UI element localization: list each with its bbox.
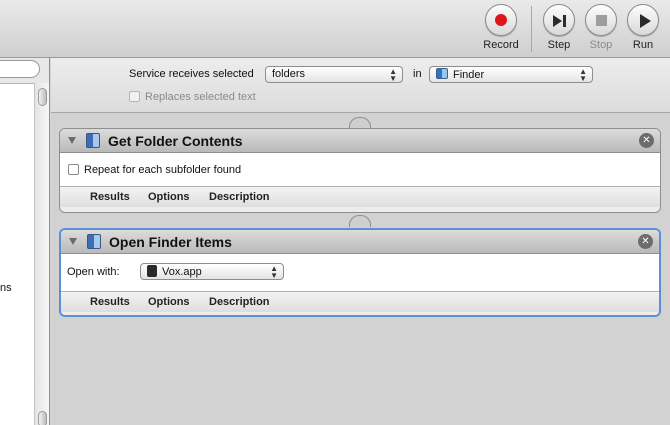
popup-arrows-icon: ▲ ▼ — [389, 67, 397, 83]
disclosure-triangle-icon[interactable] — [69, 238, 77, 245]
action-title: Get Folder Contents — [108, 133, 243, 149]
finder-icon — [436, 68, 448, 79]
record-icon — [485, 4, 517, 36]
scrollbar-thumb-bottom[interactable] — [38, 411, 47, 425]
toolbar: Record Step Stop Run — [0, 0, 670, 58]
repeat-subfolders-option[interactable]: Repeat for each subfolder found — [68, 164, 241, 176]
action-title: Open Finder Items — [109, 234, 232, 250]
replaces-checkbox — [129, 91, 140, 102]
description-tab[interactable]: Description — [209, 191, 270, 203]
disclosure-triangle-icon[interactable] — [68, 137, 76, 144]
run-icon — [627, 4, 659, 36]
action-body: Open with: Vox.app ▲ ▼ — [61, 254, 659, 292]
open-with-value: Vox.app — [162, 266, 202, 278]
repeat-label: Repeat for each subfolder found — [84, 164, 242, 176]
automator-icon — [86, 133, 100, 148]
scrollbar-thumb[interactable] — [38, 88, 47, 106]
record-button[interactable]: Record — [475, 4, 527, 51]
action-get-folder-contents[interactable]: Get Folder Contents ✕ Repeat for each su… — [59, 128, 661, 213]
workflow-connector — [349, 215, 371, 227]
open-with-label: Open with: — [67, 266, 120, 278]
run-label: Run — [632, 39, 654, 51]
description-tab[interactable]: Description — [209, 296, 270, 308]
action-footer: Results Options Description — [61, 292, 659, 312]
library-search-field[interactable] — [0, 60, 40, 78]
service-settings-bar: Service receives selected folders ▲ ▼ in … — [51, 58, 670, 113]
action-open-finder-items[interactable]: Open Finder Items ✕ Open with: Vox.app ▲… — [59, 228, 661, 317]
action-header: Open Finder Items ✕ — [61, 230, 659, 254]
input-type-value: folders — [272, 68, 306, 80]
library-scrollbar[interactable] — [34, 83, 49, 425]
replaces-selected-text-option: Replaces selected text — [129, 91, 256, 103]
close-icon[interactable]: ✕ — [638, 234, 653, 249]
library-pane: ns — [0, 58, 50, 425]
record-label: Record — [483, 39, 519, 51]
step-icon — [543, 4, 575, 36]
open-with-popup[interactable]: Vox.app ▲ ▼ — [140, 263, 284, 280]
stop-icon — [585, 4, 617, 36]
input-type-popup[interactable]: folders ▲ ▼ — [265, 66, 403, 83]
automator-icon — [87, 234, 101, 249]
application-value: Finder — [453, 69, 485, 81]
popup-arrows-icon: ▲ ▼ — [579, 67, 587, 83]
options-tab[interactable]: Options — [148, 296, 190, 308]
options-tab[interactable]: Options — [148, 191, 190, 203]
in-label: in — [413, 68, 422, 80]
results-tab[interactable]: Results — [90, 296, 130, 308]
toolbar-separator — [531, 6, 532, 52]
workflow-area: Service receives selected folders ▲ ▼ in … — [51, 58, 670, 425]
close-icon[interactable]: ✕ — [639, 133, 654, 148]
app-icon — [147, 265, 157, 277]
action-body: Repeat for each subfolder found — [60, 153, 660, 187]
repeat-checkbox[interactable] — [68, 164, 79, 175]
popup-arrows-icon: ▲ ▼ — [270, 264, 278, 280]
run-button[interactable]: Run — [617, 4, 669, 51]
library-item-fragment: ns — [0, 282, 12, 294]
application-popup[interactable]: Finder ▲ ▼ — [429, 66, 593, 83]
library-list[interactable]: ns — [0, 83, 34, 425]
results-tab[interactable]: Results — [90, 191, 130, 203]
action-header: Get Folder Contents ✕ — [60, 129, 660, 153]
service-receives-label: Service receives selected — [129, 68, 254, 80]
action-footer: Results Options Description — [60, 187, 660, 207]
replaces-label: Replaces selected text — [145, 91, 256, 103]
